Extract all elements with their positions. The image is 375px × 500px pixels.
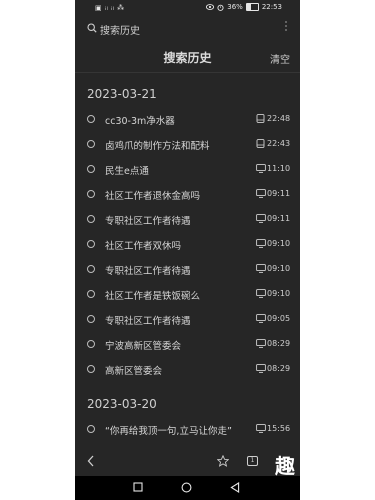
header-divider xyxy=(75,72,300,73)
history-item-time: 22:43 xyxy=(267,139,291,148)
status-time: 22:53 xyxy=(261,3,282,11)
clock-circle-icon xyxy=(87,140,95,148)
history-item-time: 08:29 xyxy=(267,364,291,373)
history-item[interactable]: 社区工作者退休金高吗 09:11 xyxy=(75,185,300,207)
history-item-text: 民生e点通 xyxy=(105,166,149,177)
clock-circle-icon xyxy=(87,240,95,248)
status-bar: ▣ ᵢₗ ᵢₗ ⁂ 36% 22:53 xyxy=(75,0,300,16)
home-circle-icon[interactable] xyxy=(181,482,192,493)
page-title: 搜索历史 xyxy=(163,51,212,65)
history-item-text: 专职社区工作者待遇 xyxy=(105,216,191,227)
history-item-time: 09:05 xyxy=(267,314,291,323)
section-date: 2023-03-21 xyxy=(87,87,157,101)
history-item[interactable]: 民生e点通 11:10 xyxy=(75,160,300,182)
title-bar: 搜索历史 清空 xyxy=(75,44,300,70)
history-item-time: 09:11 xyxy=(267,189,291,198)
history-item[interactable]: 专职社区工作者待遇 09:10 xyxy=(75,260,300,282)
back-triangle-icon[interactable] xyxy=(230,482,240,493)
history-item[interactable]: “你再给我顶一句,立马让你走” 15:56 xyxy=(75,420,300,442)
monitor-icon xyxy=(256,164,266,173)
history-item-text: “你再给我顶一句,立马让你走” xyxy=(105,426,232,437)
monitor-icon xyxy=(256,214,266,223)
history-item-text: 社区工作者是铁饭碗么 xyxy=(105,291,201,302)
history-item-text: 宁波高新区管委会 xyxy=(105,341,182,352)
search-input[interactable]: 搜索历史 xyxy=(100,22,140,37)
history-item[interactable]: 专职社区工作者待遇 09:05 xyxy=(75,310,300,332)
star-icon[interactable] xyxy=(217,455,229,467)
monitor-icon xyxy=(256,364,266,373)
history-item[interactable]: 社区工作者双休吗 09:10 xyxy=(75,235,300,257)
clock-circle-icon xyxy=(87,265,95,273)
status-icons-left: ▣ ᵢₗ ᵢₗ ⁂ xyxy=(95,4,125,12)
history-item-text: 社区工作者退休金高吗 xyxy=(105,191,201,202)
history-item[interactable]: 卤鸡爪的制作方法和配料 22:43 xyxy=(75,135,300,157)
clock-circle-icon xyxy=(87,115,95,123)
battery-fill xyxy=(246,4,251,10)
tablet-icon xyxy=(256,114,265,123)
battery-percent: 36% xyxy=(227,3,243,11)
monitor-icon xyxy=(256,339,266,348)
clock-circle-icon xyxy=(87,340,95,348)
tabs-button[interactable]: 1 xyxy=(247,456,258,466)
history-item-text: 卤鸡爪的制作方法和配料 xyxy=(105,141,210,152)
history-item[interactable]: 高新区管委会 08:29 xyxy=(75,360,300,382)
monitor-icon xyxy=(256,424,266,433)
history-item-text: 专职社区工作者待遇 xyxy=(105,316,191,327)
search-icon xyxy=(87,23,97,33)
recents-square-icon[interactable] xyxy=(133,482,143,492)
section-date: 2023-03-20 xyxy=(87,397,157,411)
more-options-icon[interactable] xyxy=(285,21,288,33)
system-nav-bar xyxy=(75,476,300,500)
monitor-icon xyxy=(256,264,266,273)
clear-button[interactable]: 清空 xyxy=(270,51,290,66)
history-item[interactable]: 社区工作者是铁饭碗么 09:10 xyxy=(75,285,300,307)
history-item-text: cc30-3m净水器 xyxy=(105,116,175,127)
history-item-time: 09:11 xyxy=(267,214,291,223)
bottom-toolbar: 1 趣 xyxy=(75,452,300,478)
history-item[interactable]: 专职社区工作者待遇 09:11 xyxy=(75,210,300,232)
tablet-icon xyxy=(256,139,265,148)
monitor-icon xyxy=(256,314,266,323)
battery-icon xyxy=(245,3,259,11)
history-item-time: 22:48 xyxy=(267,114,291,123)
monitor-icon xyxy=(256,189,266,198)
history-item[interactable]: cc30-3m净水器 22:48 xyxy=(75,110,300,132)
history-item-text: 社区工作者双休吗 xyxy=(105,241,182,252)
back-arrow-icon[interactable] xyxy=(87,455,95,467)
monitor-icon xyxy=(256,289,266,298)
clock-circle-icon xyxy=(87,190,95,198)
clock-circle-icon xyxy=(87,425,95,433)
history-item-time: 09:10 xyxy=(267,264,291,273)
alarm-icon xyxy=(217,4,224,11)
clock-circle-icon xyxy=(87,315,95,323)
clock-circle-icon xyxy=(87,215,95,223)
history-item-time: 15:56 xyxy=(267,424,291,433)
clock-circle-icon xyxy=(87,365,95,373)
clock-circle-icon xyxy=(87,290,95,298)
history-item[interactable]: 宁波高新区管委会 08:29 xyxy=(75,335,300,357)
history-item-time: 09:10 xyxy=(267,289,291,298)
monitor-icon xyxy=(256,239,266,248)
history-item-time: 11:10 xyxy=(267,164,291,173)
history-item-time: 08:29 xyxy=(267,339,291,348)
eye-icon xyxy=(206,4,215,10)
clock-circle-icon xyxy=(87,165,95,173)
history-item-time: 09:10 xyxy=(267,239,291,248)
history-item-text: 高新区管委会 xyxy=(105,366,163,377)
status-right: 36% 22:53 xyxy=(206,3,282,11)
search-bar[interactable]: 搜索历史 xyxy=(75,18,300,40)
phone-screen: ▣ ᵢₗ ᵢₗ ⁂ 36% 22:53 搜索历史 搜索历史 清空 2023-03… xyxy=(75,0,300,500)
history-item-text: 专职社区工作者待遇 xyxy=(105,266,191,277)
app-logo: 趣 xyxy=(275,454,295,478)
